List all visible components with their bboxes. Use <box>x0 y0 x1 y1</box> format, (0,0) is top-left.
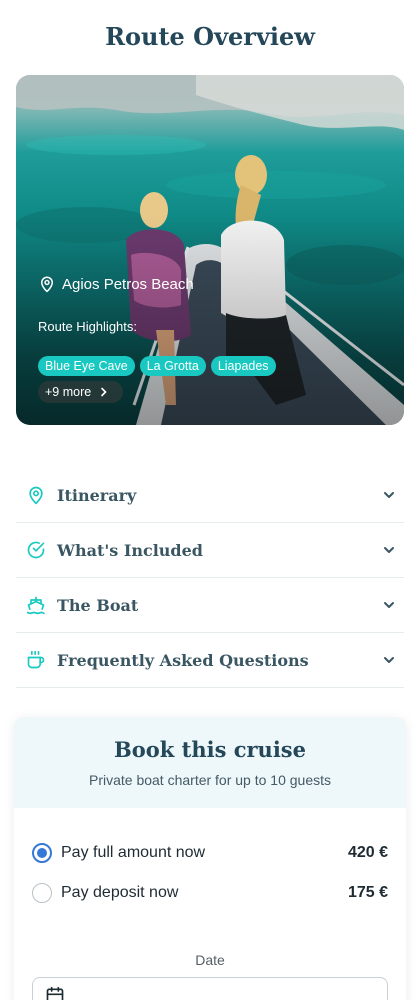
location-name: Agios Petros Beach <box>62 275 194 293</box>
date-label: Date <box>195 952 225 968</box>
chevron-down-icon <box>382 598 396 612</box>
location: Agios Petros Beach <box>38 275 194 293</box>
route-hero-image: Agios Petros Beach Route Highlights: Blu… <box>16 75 404 425</box>
chevron-down-icon <box>382 488 396 502</box>
accordion-label: Itinerary <box>57 485 137 505</box>
route-highlights-label: Route Highlights: <box>38 319 137 334</box>
booking-subtitle: Private boat charter for up to 10 guests <box>88 772 332 788</box>
details-accordion: Itinerary What's Included The Boat Frequ… <box>16 468 404 688</box>
map-pin-icon <box>26 485 46 505</box>
chevron-down-icon <box>382 653 396 667</box>
accordion-label: What's Included <box>57 540 203 560</box>
accordion-faq[interactable]: Frequently Asked Questions <box>16 633 404 688</box>
page-title: Route Overview <box>105 22 315 51</box>
radio-button[interactable] <box>32 883 52 903</box>
date-picker-field[interactable] <box>32 977 388 1000</box>
more-highlights-label: +9 more <box>45 385 92 399</box>
payment-option-full[interactable]: Pay full amount now 420 € <box>32 843 388 863</box>
radio-button[interactable] <box>32 843 52 863</box>
accordion-the-boat[interactable]: The Boat <box>16 578 404 633</box>
payment-option-label: Pay deposit now <box>61 884 179 901</box>
accordion-label: Frequently Asked Questions <box>57 650 309 670</box>
check-circle-icon <box>26 540 46 560</box>
map-pin-icon <box>41 276 53 293</box>
payment-option-price: 175 € <box>347 884 388 901</box>
coffee-cup-icon <box>26 650 46 670</box>
ship-icon <box>26 595 46 615</box>
highlight-chip: Liapades <box>210 356 276 376</box>
accordion-label: The Boat <box>57 595 139 615</box>
booking-card: Book this cruise Private boat charter fo… <box>14 717 406 1000</box>
route-highlights-list: Blue Eye Cave La Grotta Liapades <box>38 356 276 376</box>
highlight-chip: Blue Eye Cave <box>38 356 135 376</box>
payment-option-price: 420 € <box>347 844 388 861</box>
more-highlights-button[interactable]: +9 more <box>38 381 124 403</box>
accordion-itinerary[interactable]: Itinerary <box>16 468 404 523</box>
calendar-icon <box>46 986 64 1000</box>
booking-header: Book this cruise Private boat charter fo… <box>14 717 406 808</box>
accordion-whats-included[interactable]: What's Included <box>16 523 404 578</box>
booking-title: Book this cruise <box>114 737 306 762</box>
highlight-chip: La Grotta <box>139 356 206 376</box>
chevron-down-icon <box>382 543 396 557</box>
payment-option-deposit[interactable]: Pay deposit now 175 € <box>32 883 388 903</box>
chevron-right-icon <box>101 387 107 397</box>
payment-option-label: Pay full amount now <box>61 844 206 861</box>
